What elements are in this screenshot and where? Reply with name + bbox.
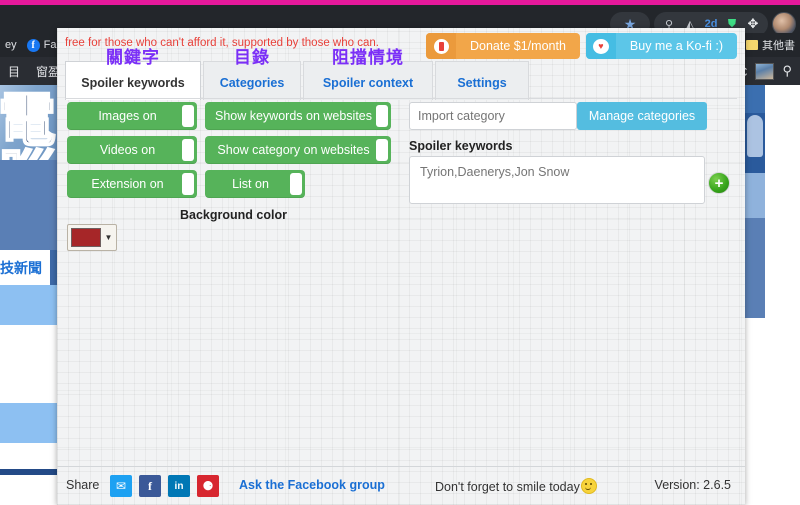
underlying-page-right	[745, 85, 800, 505]
list-item[interactable]	[0, 403, 57, 443]
facebook-icon: f	[26, 38, 40, 52]
extension-popup: free for those who can't afford it, supp…	[57, 28, 745, 505]
tab-label-cn: 目錄	[234, 48, 270, 68]
list-item[interactable]	[0, 285, 57, 325]
add-keyword-button[interactable]: +	[708, 172, 730, 194]
toggle-knob	[182, 173, 194, 195]
list-item[interactable]	[0, 377, 57, 404]
toggle-extension-on[interactable]: Extension on	[67, 170, 197, 198]
tab-label-en: Categories	[219, 76, 285, 90]
banner-band	[745, 218, 765, 318]
screenshot-root: ★ ⚲ ◭ 2d ⛊ ✥ ey f Facebl 其他書 目	[0, 0, 800, 505]
toggle-knob	[290, 173, 302, 195]
extensions-puzzle-icon[interactable]: ✥	[744, 15, 762, 33]
patreon-coin-icon	[426, 33, 456, 59]
list-item[interactable]	[0, 325, 57, 352]
donate-buttons: Donate $1/month ♥ Buy me a Ko-fi :)	[426, 33, 737, 59]
spoiler-keywords-textarea[interactable]	[409, 156, 705, 204]
tab-label-en: Spoiler keywords	[81, 76, 185, 90]
background-color-swatch	[71, 228, 101, 247]
toggle-show-keywords-on-websites[interactable]: Show keywords on websites	[205, 102, 391, 130]
chevron-down-icon: ▼	[104, 233, 113, 242]
kofi-cup-icon: ♥	[585, 33, 616, 59]
bookmark-label: ey	[5, 39, 17, 51]
page-right-banner	[745, 85, 765, 318]
import-category-input[interactable]	[409, 102, 577, 130]
tab-spoiler-context[interactable]: 阻擋情境 Spoiler context	[303, 48, 433, 100]
bookmark-item-ey[interactable]: ey	[0, 39, 22, 51]
page-mid-band	[0, 160, 57, 250]
toggle-knob	[182, 105, 194, 127]
toggle-show-category-on-websites[interactable]: Show category on websites	[205, 136, 391, 164]
popup-tabbar: 關鍵字 Spoiler keywords 目錄 Categories 阻擋情境 …	[65, 48, 737, 100]
popup-footer: Share ✉ f in ⚈ Ask the Facebook group Do…	[57, 467, 745, 505]
linkedin-share-button[interactable]: in	[168, 475, 190, 497]
toggle-knob	[376, 105, 388, 127]
patreon-donate-label: Donate $1/month	[470, 39, 566, 53]
tab-label-en: Spoiler context	[322, 76, 414, 90]
smile-message: Don't forget to smile today	[435, 478, 597, 494]
folder-icon	[746, 40, 758, 50]
nav-thumbnail-image[interactable]	[755, 62, 775, 80]
toggle-videos-on[interactable]: Videos on	[67, 136, 197, 164]
tab-categories[interactable]: 目錄 Categories	[203, 48, 301, 100]
tab-label-cn: 阻擋情境	[332, 48, 404, 68]
kofi-donate-label: Buy me a Ko-fi :)	[629, 39, 723, 53]
toggle-images-on[interactable]: Images on	[67, 102, 197, 130]
manage-categories-button[interactable]: Manage categories	[577, 102, 707, 130]
kofi-donate-button[interactable]: ♥ Buy me a Ko-fi :)	[585, 33, 737, 59]
list-item[interactable]	[0, 443, 57, 470]
ask-facebook-group-link[interactable]: Ask the Facebook group	[239, 478, 385, 492]
page-list-rows	[0, 285, 57, 505]
search-icon[interactable]: ⚲	[782, 63, 792, 79]
pinterest-share-button[interactable]: ⚈	[197, 475, 219, 497]
toggle-knob	[376, 139, 388, 161]
toggle-label: Show keywords on websites	[214, 109, 373, 123]
version-label: Version: 2.6.5	[654, 478, 731, 492]
page-banner: 電腦	[0, 85, 57, 208]
toggle-label: Images on	[98, 109, 157, 123]
background-color-label: Background color	[180, 208, 287, 222]
tab-spoiler-keywords[interactable]: 關鍵字 Spoiler keywords	[65, 48, 201, 100]
toggle-label: Videos on	[99, 143, 156, 157]
patreon-donate-button[interactable]: Donate $1/month	[426, 33, 580, 59]
nav-item-0[interactable]: 目	[0, 63, 28, 80]
tabbar-underline	[65, 98, 737, 99]
page-tab-active[interactable]: 技新聞	[0, 250, 50, 285]
twitter-share-button[interactable]: ✉	[110, 475, 132, 497]
list-divider	[0, 469, 57, 475]
tab-settings[interactable]: Settings	[435, 61, 529, 100]
bookmark-folder-label: 其他書	[762, 40, 795, 52]
share-label: Share	[66, 478, 100, 492]
smile-text: Don't forget to smile today	[435, 480, 580, 494]
banner-figure	[747, 115, 763, 157]
underlying-page-left: 電腦 技新聞	[0, 85, 57, 505]
bookmark-folder-other[interactable]: 其他書	[741, 37, 800, 53]
toggle-knob	[182, 139, 194, 161]
toggle-list-on[interactable]: List on	[205, 170, 305, 198]
list-item[interactable]	[0, 351, 57, 378]
banner-band	[745, 173, 765, 218]
tab-label-en: Settings	[457, 76, 507, 90]
tab-label-cn: 關鍵字	[106, 48, 160, 68]
banner-band	[745, 85, 765, 113]
toggle-label: List on	[232, 177, 269, 191]
page-tab-label: 技新聞	[0, 261, 42, 277]
smiley-icon	[580, 478, 597, 494]
background-color-picker[interactable]: ▼	[67, 224, 117, 251]
spoiler-keywords-label: Spoiler keywords	[409, 139, 513, 153]
facebook-share-button[interactable]: f	[139, 475, 161, 497]
toggle-label: Show category on websites	[217, 143, 370, 157]
page-tab-inactive[interactable]	[50, 250, 57, 285]
toggle-label: Extension on	[91, 177, 164, 191]
